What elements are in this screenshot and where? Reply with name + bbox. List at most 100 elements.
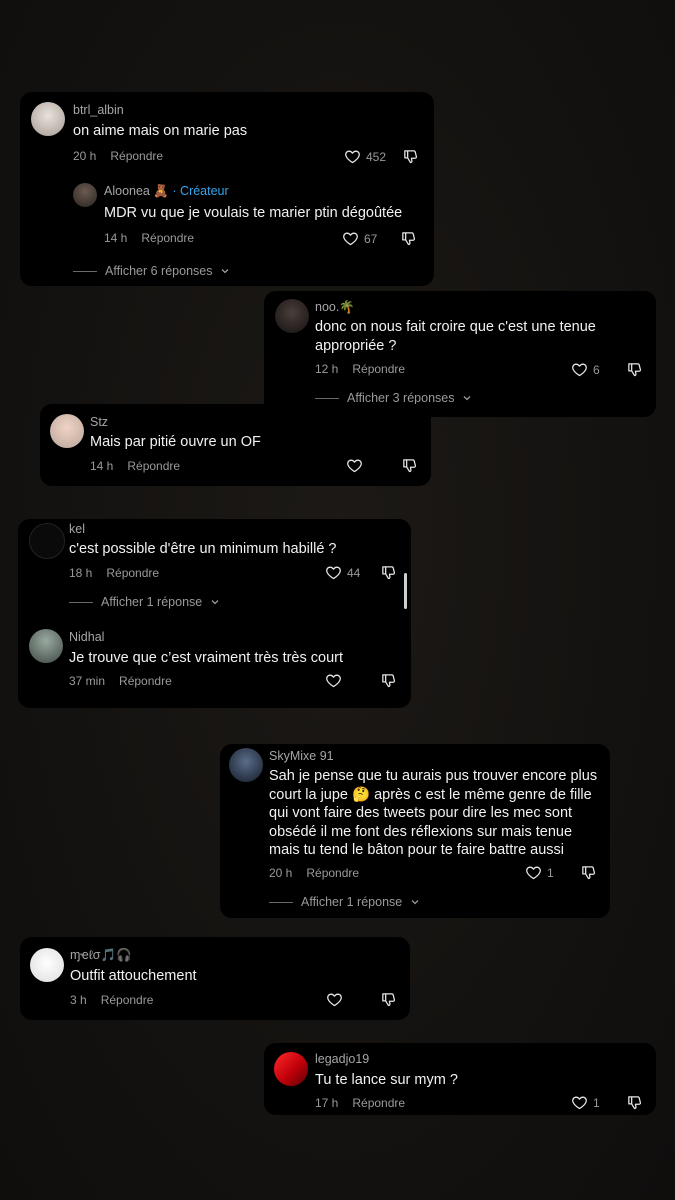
show-replies-button[interactable]: Afficher 1 réponse [269, 895, 420, 909]
like-count: 44 [347, 565, 361, 580]
reply-button[interactable]: Répondre [106, 566, 159, 580]
reply-button[interactable]: Répondre [306, 866, 359, 880]
like-button[interactable]: 44 [325, 564, 360, 581]
comment-meta: 14 h Répondre [104, 231, 194, 245]
comment-time: 20 h [73, 149, 97, 163]
reply-button[interactable]: Répondre [119, 674, 172, 688]
comment-username[interactable]: Stz [90, 415, 108, 429]
chevron-down-icon [220, 266, 230, 276]
comment-time: 18 h [69, 566, 93, 580]
comment-text: Tu te lance sur mym ? [315, 1072, 458, 1088]
show-replies-button[interactable]: Afficher 1 réponse [69, 595, 220, 609]
comment-time: 14 h [104, 231, 128, 245]
heart-outline-icon [525, 864, 542, 881]
avatar[interactable] [50, 414, 84, 448]
like-count: 67 [364, 231, 378, 246]
heart-outline-icon [571, 361, 588, 378]
show-replies-button[interactable]: Afficher 3 réponses [315, 391, 472, 405]
dislike-button[interactable] [626, 361, 643, 383]
comment-time: 17 h [315, 1096, 339, 1110]
reply-button[interactable]: Répondre [101, 993, 154, 1007]
comment-username[interactable]: Nidhal [69, 630, 104, 644]
thumbs-down-icon [580, 864, 597, 881]
comment-card: kel c'est possible d'être un minimum hab… [18, 519, 411, 708]
comment-username[interactable]: SkyMixe 91 [269, 749, 334, 763]
avatar[interactable] [275, 299, 309, 333]
comment-meta: 18 h Répondre [69, 566, 159, 580]
like-button[interactable] [325, 672, 342, 689]
comment-time: 14 h [90, 459, 114, 473]
avatar[interactable] [31, 102, 65, 136]
chevron-down-icon [462, 393, 472, 403]
like-button[interactable]: 67 [342, 230, 377, 247]
comment-text: Je trouve que c’est vraiment très très c… [69, 650, 343, 666]
avatar[interactable] [229, 748, 263, 782]
like-button[interactable]: 6 [571, 361, 600, 378]
like-count: 6 [593, 362, 600, 377]
dislike-button[interactable] [380, 564, 397, 586]
comment-meta: 20 h Répondre [269, 866, 359, 880]
thumbs-down-icon [401, 457, 418, 474]
divider [73, 270, 97, 272]
like-button[interactable]: 1 [525, 864, 554, 881]
like-button[interactable] [346, 457, 363, 474]
thumbs-down-icon [380, 991, 397, 1008]
dislike-button[interactable] [402, 148, 419, 170]
avatar[interactable] [29, 523, 65, 559]
show-replies-label: Afficher 6 réponses [105, 264, 213, 278]
comment-meta: 14 h Répondre [90, 459, 180, 473]
comment-username[interactable]: btrl_albin [73, 103, 124, 117]
heart-outline-icon [325, 564, 342, 581]
comment-meta: 12 h Répondre [315, 362, 405, 376]
comment-text: Outfit attouchement [70, 968, 197, 984]
comment-username[interactable]: kel [69, 522, 85, 536]
avatar[interactable] [29, 629, 63, 663]
dislike-button[interactable] [626, 1094, 643, 1116]
divider [269, 901, 293, 903]
comment-username[interactable]: legadjo19 [315, 1052, 369, 1066]
divider [69, 601, 93, 603]
scrollbar[interactable] [404, 573, 407, 609]
comment-text: MDR vu que je voulais te marier ptin dég… [104, 205, 403, 221]
dislike-button[interactable] [580, 864, 597, 886]
reply-button[interactable]: Répondre [352, 362, 405, 376]
heart-outline-icon [326, 991, 343, 1008]
comment-card: btrl_albin on aime mais on marie pas 20 … [20, 92, 434, 286]
comment-username[interactable]: ɱҽℓσ🎵🎧 [70, 948, 132, 963]
like-button[interactable]: 452 [344, 148, 386, 165]
comment-username[interactable]: noo.🌴 [315, 300, 355, 315]
dislike-button[interactable] [380, 991, 397, 1013]
dislike-button[interactable] [401, 457, 418, 479]
comment-card: Stz Mais par pitié ouvre un OF 14 h Répon… [40, 404, 431, 486]
reply-username[interactable]: Aloonea 🧸 [104, 184, 169, 198]
comment-text: Sah je pense que tu aurais pus trouver e… [269, 768, 598, 858]
avatar[interactable] [30, 948, 64, 982]
comment-meta: 20 h Répondre [73, 149, 163, 163]
heart-outline-icon [342, 230, 359, 247]
reply-button[interactable]: Répondre [110, 149, 163, 163]
thumbs-down-icon [626, 1094, 643, 1111]
comment-username[interactable]: Aloonea 🧸 · Créateur [104, 184, 229, 199]
comment-meta: 37 min Répondre [69, 674, 172, 688]
creator-badge: · Créateur [172, 184, 229, 198]
avatar[interactable] [73, 183, 97, 207]
like-count: 1 [547, 865, 554, 880]
reply-button[interactable]: Répondre [352, 1096, 405, 1110]
dislike-button[interactable] [400, 230, 417, 252]
chevron-down-icon [210, 597, 220, 607]
dislike-button[interactable] [380, 672, 397, 694]
heart-outline-icon [346, 457, 363, 474]
comment-card: legadjo19 Tu te lance sur mym ? 17 h Répo… [264, 1043, 656, 1115]
like-button[interactable] [326, 991, 343, 1008]
comment-text: donc on nous fait croire que c'est une t… [315, 319, 596, 354]
comment-text: on aime mais on marie pas [73, 123, 248, 139]
like-button[interactable]: 1 [571, 1094, 600, 1111]
reply-button[interactable]: Répondre [141, 231, 194, 245]
thumbs-down-icon [380, 564, 397, 581]
thumbs-down-icon [402, 148, 419, 165]
comment-meta: 3 h Répondre [70, 993, 153, 1007]
reply-button[interactable]: Répondre [127, 459, 180, 473]
show-replies-button[interactable]: Afficher 6 réponses [73, 264, 230, 278]
avatar[interactable] [274, 1052, 308, 1086]
heart-outline-icon [571, 1094, 588, 1111]
